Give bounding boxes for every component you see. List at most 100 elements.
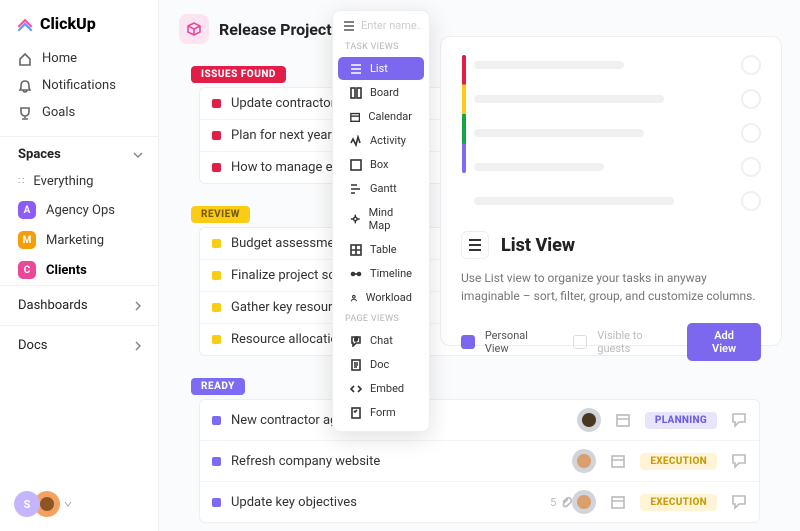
task-tag[interactable]: PLANNING [645, 412, 717, 429]
view-option-form[interactable]: Form [338, 401, 424, 424]
comment-icon[interactable] [731, 494, 747, 510]
user-avatar[interactable]: S [14, 491, 40, 517]
spaces-header-label: Spaces [18, 147, 61, 162]
brand-logo[interactable]: ClickUp [0, 0, 158, 43]
nav-goals-label: Goals [42, 105, 75, 120]
preview-description: Use List view to organize your tasks in … [461, 269, 761, 305]
page-views-heading: PAGE VIEWS [333, 310, 429, 328]
sidebar-space-marketing[interactable]: MMarketing [0, 225, 158, 255]
status-dot [212, 131, 221, 140]
grid-icon: ∷ [18, 176, 23, 187]
view-option-label: Activity [370, 134, 406, 147]
calendar-icon [350, 111, 360, 123]
group-label[interactable]: READY [191, 378, 245, 395]
space-label: Agency Ops [46, 203, 115, 218]
user-avatar-bar[interactable]: S [14, 491, 72, 517]
home-icon [18, 52, 32, 66]
assignee-avatar[interactable] [572, 490, 596, 514]
preview-skeleton [461, 55, 761, 211]
task-row[interactable]: New contractor agreementPLANNING [200, 400, 759, 440]
list-view-icon [461, 231, 489, 259]
view-option-gantt[interactable]: Gantt [338, 177, 424, 200]
view-menu-search [333, 17, 429, 38]
calendar-icon[interactable] [615, 412, 631, 428]
visible-to-guests-label: Visible to guests [597, 329, 677, 355]
bell-icon [18, 79, 32, 93]
task-views-heading: TASK VIEWS [333, 38, 429, 56]
list-lines-icon [343, 20, 355, 32]
view-option-label: Gantt [370, 182, 397, 195]
chevron-right-icon [132, 300, 144, 312]
task-tag[interactable]: EXECUTION [640, 494, 717, 511]
attachment-icon [560, 496, 572, 508]
nav-home-label: Home [42, 51, 77, 66]
view-option-label: Board [370, 86, 399, 99]
table-icon [350, 244, 362, 256]
workload-icon [350, 292, 358, 304]
clickup-logo-icon [16, 15, 34, 33]
mind-map-icon [350, 213, 361, 225]
embed-icon [350, 383, 362, 395]
nav-home[interactable]: Home [0, 45, 158, 72]
view-option-list[interactable]: List [338, 57, 424, 80]
task-tag[interactable]: EXECUTION [640, 453, 717, 470]
space-label: Marketing [46, 233, 104, 248]
group-label[interactable]: REVIEW [191, 206, 250, 223]
task-name: Refresh company website [231, 454, 572, 469]
view-option-doc[interactable]: Doc [338, 353, 424, 376]
dashboards-label: Dashboards [18, 298, 88, 313]
view-option-timeline[interactable]: Timeline [338, 262, 424, 285]
view-option-mind-map[interactable]: Mind Map [338, 201, 424, 237]
task-row[interactable]: Refresh company website EXECUTION [200, 440, 759, 481]
personal-view-checkbox[interactable] [461, 335, 475, 349]
visible-to-guests-checkbox[interactable] [573, 335, 587, 349]
spaces-header[interactable]: Spaces [0, 136, 158, 168]
view-option-label: Embed [370, 382, 404, 395]
task-group: New contractor agreementPLANNINGRefresh … [199, 399, 760, 523]
primary-nav: Home Notifications Goals [0, 43, 158, 128]
view-option-label: Doc [370, 358, 389, 371]
sidebar-space-clients[interactable]: CClients [0, 255, 158, 285]
view-name-input[interactable] [361, 19, 421, 32]
sidebar-space-agency-ops[interactable]: AAgency Ops [0, 195, 158, 225]
activity-icon [350, 135, 362, 147]
add-view-button[interactable]: Add View [687, 323, 761, 361]
calendar-icon[interactable] [610, 494, 626, 510]
comment-icon[interactable] [731, 412, 747, 428]
everything-label: Everything [33, 174, 93, 189]
view-option-embed[interactable]: Embed [338, 377, 424, 400]
assignee-avatar[interactable] [577, 408, 601, 432]
status-dot [212, 416, 221, 425]
spaces-list: AAgency OpsMMarketingCClients [0, 195, 158, 285]
box-icon [350, 159, 362, 171]
status-dot [212, 99, 221, 108]
comment-icon[interactable] [731, 453, 747, 469]
calendar-icon[interactable] [610, 453, 626, 469]
view-option-table[interactable]: Table [338, 238, 424, 261]
nav-goals[interactable]: Goals [0, 99, 158, 126]
chevron-down-icon [132, 149, 144, 161]
nav-notifications[interactable]: Notifications [0, 72, 158, 99]
view-option-label: Box [370, 158, 388, 171]
form-icon [350, 407, 362, 419]
view-option-box[interactable]: Box [338, 153, 424, 176]
view-option-chat[interactable]: #Chat [338, 329, 424, 352]
view-option-calendar[interactable]: Calendar [338, 105, 424, 128]
view-option-label: List [370, 62, 388, 75]
task-row[interactable]: Update key objectives5 EXECUTION [200, 481, 759, 522]
status-dot [212, 303, 221, 312]
view-option-label: Workload [366, 291, 412, 304]
chevron-right-icon [132, 340, 144, 352]
assignee-avatar[interactable] [572, 449, 596, 473]
view-option-activity[interactable]: Activity [338, 129, 424, 152]
status-dot [212, 498, 221, 507]
sidebar-dashboards[interactable]: Dashboards [0, 285, 158, 325]
nav-notifications-label: Notifications [42, 78, 116, 93]
status-dot [212, 271, 221, 280]
view-option-workload[interactable]: Workload [338, 286, 424, 309]
view-option-board[interactable]: Board [338, 81, 424, 104]
group-label[interactable]: ISSUES FOUND [191, 66, 286, 83]
timeline-icon [350, 268, 362, 280]
sidebar-item-everything[interactable]: ∷ Everything [0, 168, 158, 195]
sidebar-docs[interactable]: Docs [0, 325, 158, 365]
